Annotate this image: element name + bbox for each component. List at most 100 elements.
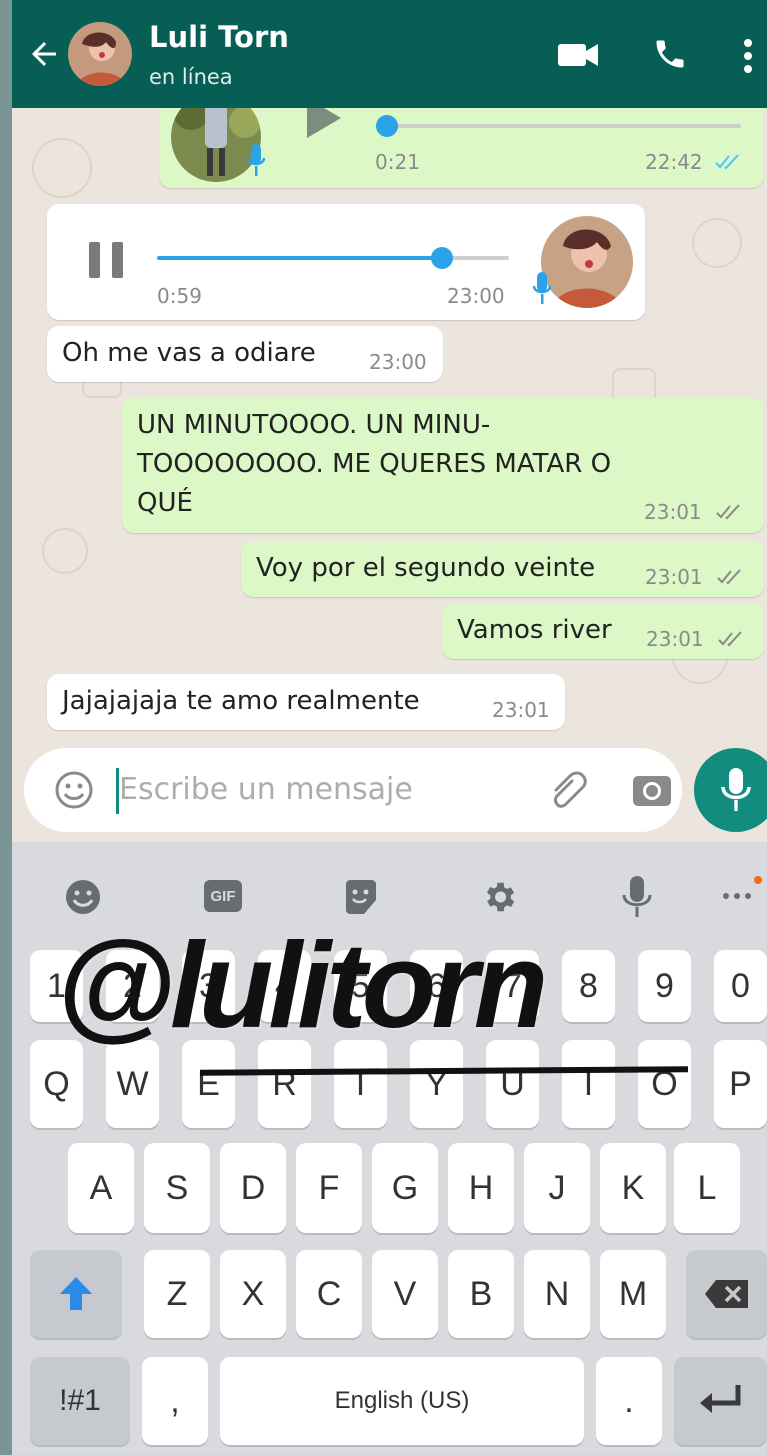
chat-area[interactable]: 0:21 22:42 0:59 23:00 Oh me vas a odiare…	[12, 108, 767, 842]
comma-key[interactable]: ,	[142, 1357, 208, 1445]
key-f[interactable]: F	[296, 1143, 362, 1233]
key-a[interactable]: A	[68, 1143, 134, 1233]
outgoing-voice-message: 0:21 22:42	[159, 108, 764, 188]
message-input-bar[interactable]: Escribe un mensaje	[24, 748, 682, 832]
key-label: L	[697, 1168, 717, 1207]
voice-input-icon[interactable]	[622, 876, 652, 918]
emoji-icon[interactable]	[54, 770, 94, 810]
key-label: X	[241, 1274, 265, 1313]
message-input-placeholder[interactable]: Escribe un mensaje	[119, 772, 413, 807]
gif-label: GIF	[210, 887, 236, 905]
sticker-icon[interactable]	[342, 878, 380, 916]
play-icon[interactable]	[303, 108, 343, 140]
attach-icon[interactable]	[546, 770, 590, 810]
message-text: Voy por el segundo veinte	[256, 553, 596, 583]
key-label: P	[729, 1064, 752, 1103]
gif-button[interactable]: GIF	[204, 880, 242, 912]
video-call-icon[interactable]	[557, 40, 599, 70]
camera-icon[interactable]	[631, 770, 673, 810]
voice-seek-knob[interactable]	[431, 247, 453, 269]
key-c[interactable]: C	[296, 1250, 362, 1338]
message-text-line: TOOOOOOOO. ME QUERES MATAR O	[137, 449, 612, 479]
phone-icon[interactable]	[652, 36, 688, 72]
message-text-line: QUÉ	[137, 488, 193, 518]
delivered-ticks-icon	[716, 504, 740, 520]
key-label: S	[165, 1168, 189, 1207]
message-text: Jajajajaja te amo realmente	[62, 686, 420, 716]
symbols-key[interactable]: !#1	[30, 1357, 130, 1445]
mic-icon	[721, 768, 751, 811]
key-s[interactable]: S	[144, 1143, 210, 1233]
read-ticks-icon	[715, 154, 739, 170]
key-label: B	[469, 1274, 493, 1313]
more-options-icon[interactable]	[720, 874, 764, 904]
key-v[interactable]: V	[372, 1250, 438, 1338]
space-key[interactable]: English (US)	[220, 1357, 584, 1445]
key-n[interactable]: N	[524, 1250, 590, 1338]
key-b[interactable]: B	[448, 1250, 514, 1338]
contact-name[interactable]: Luli Torn	[149, 20, 289, 54]
voice-duration: 0:21	[375, 150, 420, 174]
key-label: F	[318, 1168, 340, 1207]
comma-label: ,	[170, 1381, 180, 1420]
message-text: Oh me vas a odiare	[62, 338, 316, 368]
mic-icon	[533, 272, 551, 304]
symbols-label: !#1	[59, 1384, 101, 1417]
contact-avatar[interactable]	[68, 22, 132, 86]
key-label: A	[89, 1168, 113, 1207]
key-label: J	[548, 1168, 566, 1207]
key-label: N	[544, 1274, 570, 1313]
message-text: Vamos river	[457, 615, 612, 645]
key-i[interactable]: I	[562, 1040, 615, 1128]
backspace-icon	[704, 1280, 748, 1308]
shift-arrow-icon	[60, 1277, 92, 1310]
key-8[interactable]: 8	[562, 950, 615, 1022]
pause-icon[interactable]	[87, 240, 125, 280]
key-label: G	[391, 1168, 419, 1207]
key-g[interactable]: G	[372, 1143, 438, 1233]
key-z[interactable]: Z	[144, 1250, 210, 1338]
voice-seek-track[interactable]	[387, 124, 741, 128]
message-time: 22:42	[645, 150, 703, 174]
sender-avatar	[541, 216, 633, 308]
emoji-icon[interactable]	[64, 878, 102, 916]
key-9[interactable]: 9	[638, 950, 691, 1022]
back-arrow-icon[interactable]	[26, 36, 62, 72]
outgoing-message: UN MINUTOOOO. UN MINU- TOOOOOOOO. ME QUE…	[122, 398, 764, 533]
key-label: M	[618, 1274, 648, 1313]
outgoing-message: Vamos river 23:01	[442, 603, 764, 659]
message-time: 23:01	[646, 627, 704, 651]
key-0[interactable]: 0	[714, 950, 767, 1022]
more-vert-icon[interactable]	[742, 38, 754, 74]
key-l[interactable]: L	[674, 1143, 740, 1233]
period-key[interactable]: .	[596, 1357, 662, 1445]
shift-key[interactable]	[30, 1250, 122, 1338]
key-o[interactable]: O	[638, 1040, 691, 1128]
enter-key[interactable]	[674, 1357, 767, 1445]
key-label: 9	[655, 966, 674, 1005]
key-k[interactable]: K	[600, 1143, 666, 1233]
key-p[interactable]: P	[714, 1040, 767, 1128]
mic-icon	[247, 144, 265, 176]
message-time: 23:01	[645, 565, 703, 589]
incoming-message: Oh me vas a odiare 23:00	[47, 326, 443, 382]
voice-seek-knob[interactable]	[376, 115, 398, 137]
key-label: 8	[579, 966, 598, 1005]
key-label: Q	[43, 1064, 70, 1103]
key-j[interactable]: J	[524, 1143, 590, 1233]
key-label: 0	[731, 966, 750, 1005]
key-m[interactable]: M	[600, 1250, 666, 1338]
key-d[interactable]: D	[220, 1143, 286, 1233]
key-label: C	[316, 1274, 342, 1313]
key-label: K	[621, 1168, 645, 1207]
message-text-line: UN MINUTOOOO. UN MINU-	[137, 410, 491, 440]
enter-icon	[699, 1385, 740, 1413]
message-time: 23:01	[492, 698, 550, 722]
key-h[interactable]: H	[448, 1143, 514, 1233]
backspace-key[interactable]	[686, 1250, 767, 1338]
key-x[interactable]: X	[220, 1250, 286, 1338]
key-label: D	[240, 1168, 266, 1207]
key-label: W	[116, 1064, 149, 1103]
incoming-voice-message: 0:59 23:00	[47, 204, 645, 320]
gear-icon[interactable]	[480, 878, 518, 916]
